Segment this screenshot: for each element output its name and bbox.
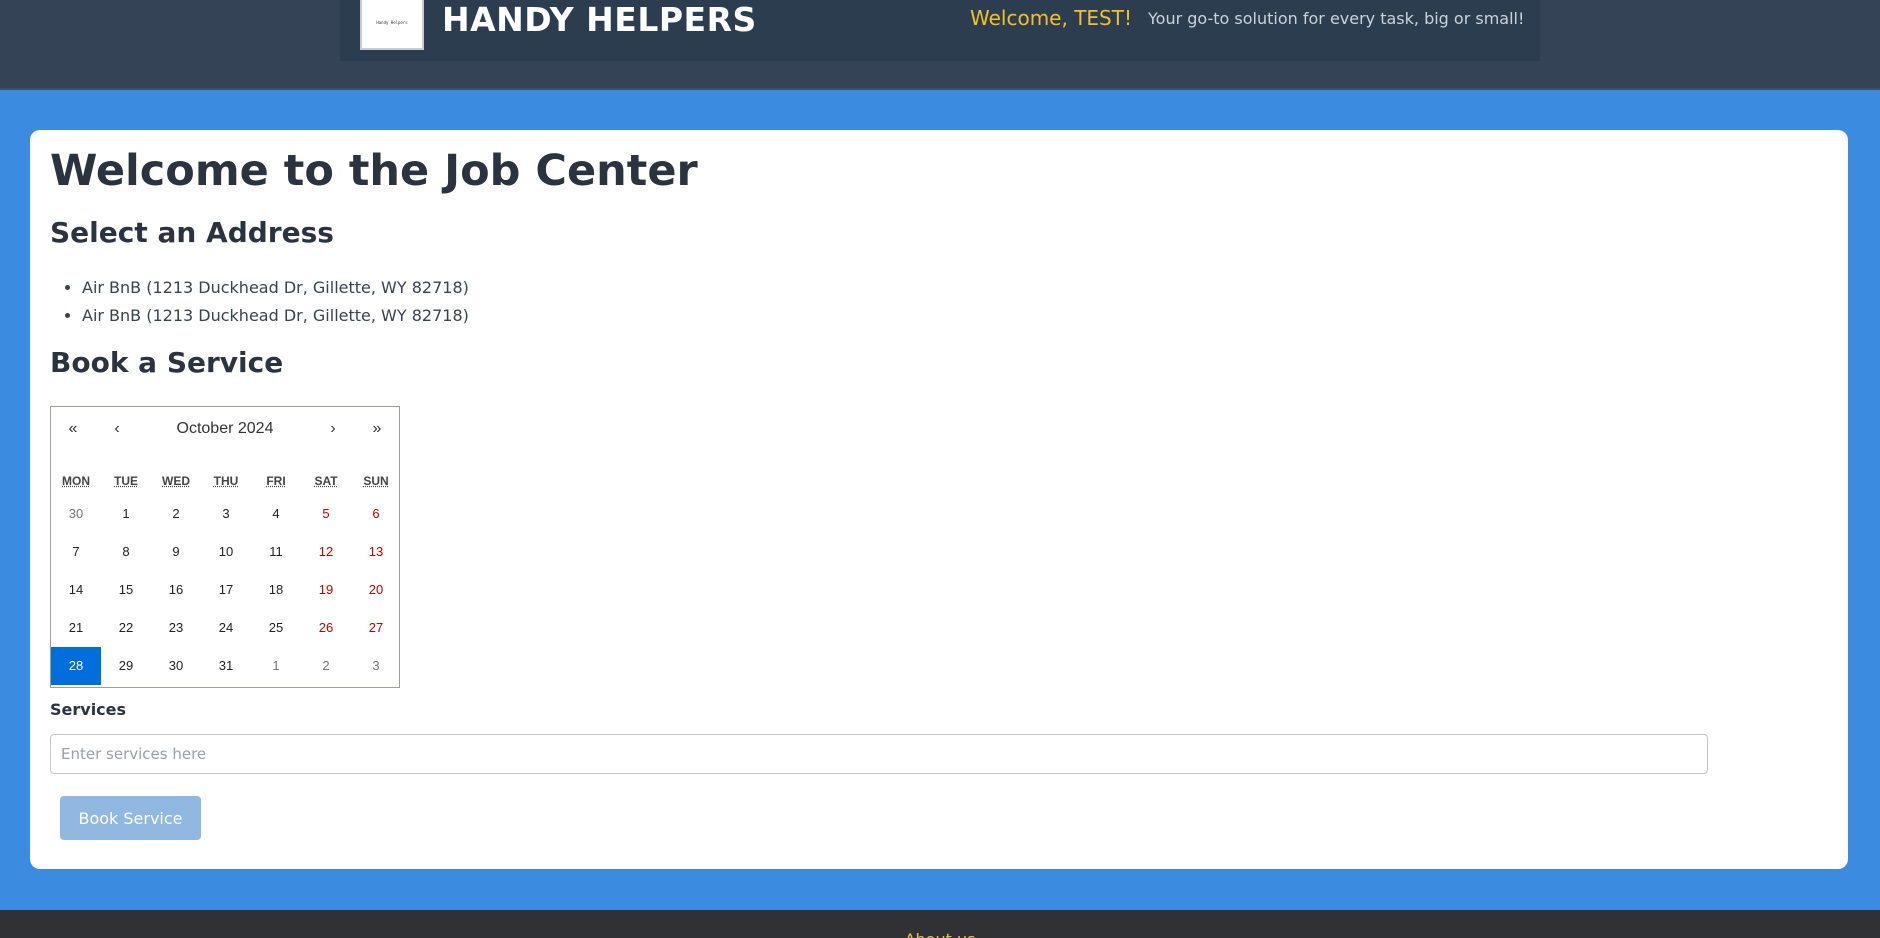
site-footer: About us [0,910,1880,938]
brand-title: HANDY HELPERS [442,0,757,39]
services-label: Services [50,700,127,719]
services-input[interactable] [50,734,1708,774]
calendar-day[interactable]: 12 [301,533,351,571]
calendar-day[interactable]: 1 [251,647,301,685]
calendar-day[interactable]: 23 [151,609,201,647]
prev-year-button[interactable]: « [51,407,95,451]
address-section-title: Select an Address [50,216,334,249]
calendar-day[interactable]: 25 [251,609,301,647]
calendar-day[interactable]: 3 [351,647,401,685]
calendar-navigation: « ‹ October 2024 › » [51,407,399,451]
next-month-button[interactable]: › [311,407,355,451]
calendar-day[interactable]: 29 [101,647,151,685]
calendar-day[interactable]: 22 [101,609,151,647]
calendar-day[interactable]: 7 [51,533,101,571]
weekday-tue: TUE [114,474,138,488]
calendar-day[interactable]: 13 [351,533,401,571]
prev-month-button[interactable]: ‹ [95,407,139,451]
calendar-day[interactable]: 11 [251,533,301,571]
next-year-button[interactable]: » [355,407,399,451]
calendar-month-label[interactable]: October 2024 [139,407,311,451]
calendar-day[interactable]: 15 [101,571,151,609]
calendar: « ‹ October 2024 › » MON TUE WED THU FRI… [50,406,400,688]
calendar-day[interactable]: 10 [201,533,251,571]
weekday-thu: THU [213,474,239,488]
calendar-day[interactable]: 1 [101,495,151,533]
logo-text: Handy Helpers [376,19,408,25]
calendar-day[interactable]: 8 [101,533,151,571]
calendar-day[interactable]: 20 [351,571,401,609]
calendar-day[interactable]: 31 [201,647,251,685]
calendar-day[interactable]: 3 [201,495,251,533]
header-bar: Handy Helpers HANDY HELPERS Welcome, TES… [340,0,1540,61]
logo[interactable]: Handy Helpers [360,0,424,50]
calendar-days: 30 1 2 3 4 5 6 7 8 9 10 11 12 13 14 15 1… [51,495,401,685]
weekday-sat: SAT [314,474,338,488]
address-item[interactable]: Air BnB (1213 Duckhead Dr, Gillette, WY … [82,274,469,302]
calendar-day[interactable]: 2 [301,647,351,685]
calendar-day[interactable]: 24 [201,609,251,647]
calendar-day[interactable]: 19 [301,571,351,609]
calendar-day-selected[interactable]: 28 [51,647,101,685]
weekday-fri: FRI [266,474,286,488]
weekday-mon: MON [62,474,90,488]
calendar-day[interactable]: 14 [51,571,101,609]
calendar-day[interactable]: 9 [151,533,201,571]
calendar-day[interactable]: 30 [151,647,201,685]
address-item[interactable]: Air BnB (1213 Duckhead Dr, Gillette, WY … [82,302,469,330]
calendar-day[interactable]: 30 [51,495,101,533]
calendar-day[interactable]: 2 [151,495,201,533]
calendar-day[interactable]: 26 [301,609,351,647]
calendar-day[interactable]: 16 [151,571,201,609]
about-us-link[interactable]: About us [0,930,1880,938]
tagline: Your go-to solution for every task, big … [1148,9,1525,28]
page-title: Welcome to the Job Center [50,146,698,196]
calendar-day[interactable]: 21 [51,609,101,647]
calendar-day[interactable]: 17 [201,571,251,609]
book-service-button[interactable]: Book Service [60,796,201,840]
welcome-message: Welcome, TEST! [970,6,1132,30]
calendar-day[interactable]: 27 [351,609,401,647]
calendar-weekdays: MON TUE WED THU FRI SAT SUN [51,467,401,495]
calendar-day[interactable]: 6 [351,495,401,533]
address-list: Air BnB (1213 Duckhead Dr, Gillette, WY … [82,274,469,330]
weekday-sun: SUN [363,474,389,488]
calendar-day[interactable]: 18 [251,571,301,609]
book-section-title: Book a Service [50,346,284,379]
site-header: Handy Helpers HANDY HELPERS Welcome, TES… [0,0,1880,90]
weekday-wed: WED [162,474,190,488]
job-center-card: Welcome to the Job Center Select an Addr… [30,130,1848,869]
calendar-day[interactable]: 5 [301,495,351,533]
calendar-day[interactable]: 4 [251,495,301,533]
